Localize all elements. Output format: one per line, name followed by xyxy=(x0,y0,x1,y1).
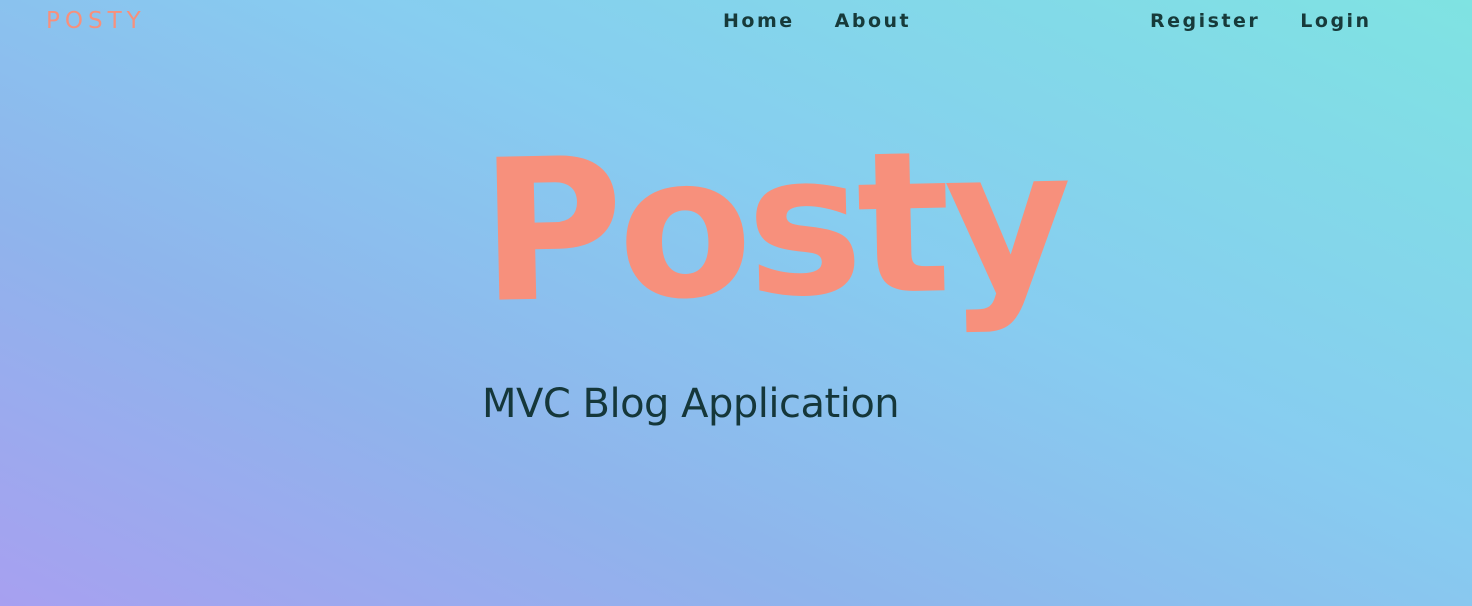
nav-link-register[interactable]: Register xyxy=(1150,10,1260,32)
main-nav: Home About xyxy=(723,6,911,36)
auth-nav: Register Login xyxy=(1150,6,1372,36)
nav-link-login[interactable]: Login xyxy=(1300,10,1371,32)
brand-logo-link[interactable]: POSTY xyxy=(46,6,146,36)
nav-link-about[interactable]: About xyxy=(835,10,911,32)
hero-title: Posty xyxy=(477,106,1069,347)
nav-link-home[interactable]: Home xyxy=(723,10,795,32)
hero-subtitle: MVC Blog Application xyxy=(482,381,900,427)
